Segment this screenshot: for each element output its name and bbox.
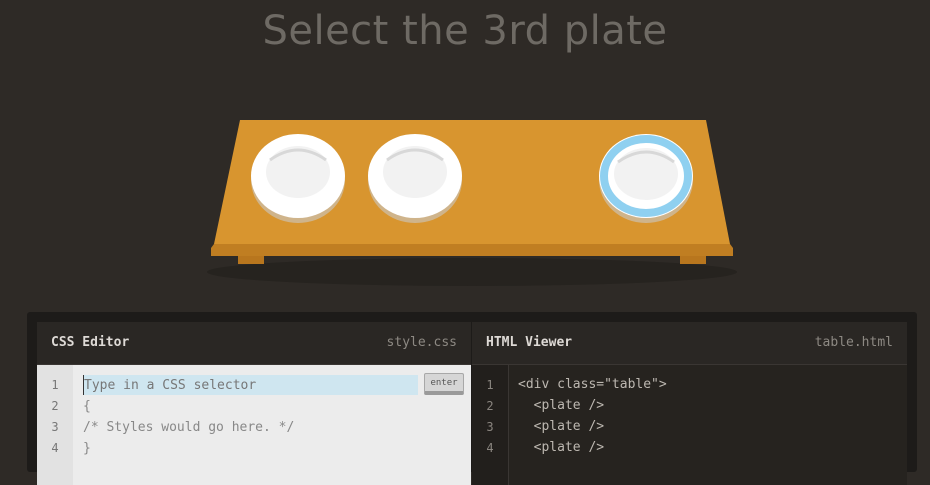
- css-editor-title: CSS Editor: [51, 335, 130, 350]
- table-edge: [211, 244, 733, 256]
- html-line-3[interactable]: <plate />: [518, 419, 604, 434]
- line-number: 4: [486, 441, 494, 455]
- html-line-2[interactable]: <plate />: [518, 398, 604, 413]
- table-shadow: [207, 258, 737, 286]
- html-viewer-body: 1 2 3 4 <div class="table"> <plate /> <p…: [472, 365, 907, 485]
- line-number: 2: [486, 399, 494, 413]
- dinner-table: [200, 110, 745, 295]
- html-line-1[interactable]: <div class="table">: [518, 377, 667, 392]
- html-line-4[interactable]: <plate />: [518, 440, 604, 455]
- css-editor-header: CSS Editor style.css: [37, 322, 471, 365]
- plate-3-selected[interactable]: [599, 134, 693, 223]
- css-filename: style.css: [386, 335, 457, 350]
- css-selector-input[interactable]: [83, 375, 418, 395]
- line-number: 3: [51, 420, 59, 434]
- line-number: 1: [486, 378, 494, 392]
- html-line-gutter: 1 2 3 4: [472, 365, 509, 485]
- line-number: 4: [51, 441, 59, 455]
- plate-2[interactable]: [368, 134, 462, 223]
- html-filename: table.html: [814, 335, 893, 350]
- css-line-3: /* Styles would go here. */: [83, 420, 295, 435]
- html-viewer-title: HTML Viewer: [486, 335, 573, 350]
- line-number: 2: [51, 399, 59, 413]
- table-illustration: [207, 120, 737, 286]
- css-line-2: {: [83, 399, 91, 414]
- line-number: 3: [486, 420, 494, 434]
- css-editor-body: 1 2 3 4 enter { /* Styles would go here.…: [37, 365, 471, 485]
- level-title: Select the 3rd plate: [262, 8, 668, 54]
- line-number: 1: [51, 378, 59, 392]
- html-viewer-header: HTML Viewer table.html: [472, 322, 907, 365]
- plate-1[interactable]: [251, 134, 345, 223]
- css-line-gutter: 1 2 3 4: [37, 365, 73, 485]
- css-line-4: }: [83, 441, 91, 456]
- enter-button[interactable]: enter: [424, 373, 464, 395]
- editor-panel: CSS Editor style.css HTML Viewer table.h…: [27, 312, 917, 485]
